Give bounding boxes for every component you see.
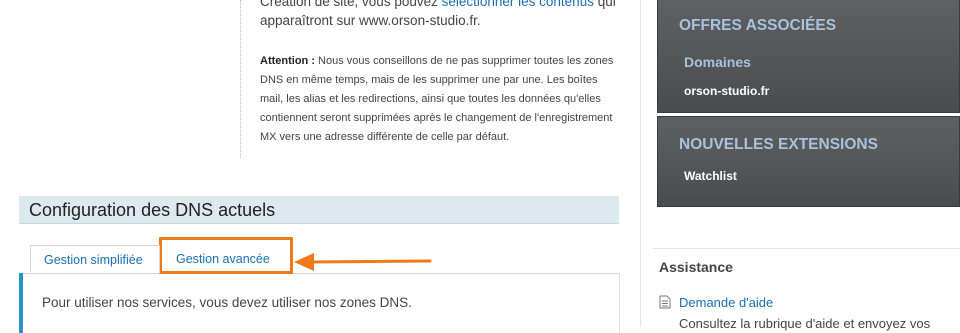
assistance-divider xyxy=(653,248,960,249)
intro-line1-suffix: qui xyxy=(593,0,616,9)
domain-item[interactable]: orson-studio.fr xyxy=(684,84,769,98)
intro-line2: apparaîtront sur www.orson-studio.fr. xyxy=(260,13,481,28)
select-content-link[interactable]: sélectionner les contenus xyxy=(442,0,594,9)
highlight-box xyxy=(159,237,293,274)
sidebar-border xyxy=(640,0,641,327)
dns-section-header: Configuration des DNS actuels xyxy=(19,196,619,224)
tab-gestion-simplifiee[interactable]: Gestion simplifiée xyxy=(30,245,160,273)
content-divider xyxy=(240,0,241,158)
help-request-link[interactable]: Demande d'aide xyxy=(679,295,773,310)
dns-panel-text: Pour utiliser nos services, vous devez u… xyxy=(42,295,412,310)
help-description: Consultez la rubrique d'aide et envoyez … xyxy=(679,316,931,331)
watchlist-item[interactable]: Watchlist xyxy=(684,169,737,183)
intro-line1-prefix: Création de site, vous pouvez xyxy=(260,0,442,9)
offers-title: OFFRES ASSOCIÉES xyxy=(679,17,837,34)
domains-heading[interactable]: Domaines xyxy=(684,54,751,70)
warning-text: Nous vous conseillons de ne pas supprime… xyxy=(260,55,614,143)
dns-section-title: Configuration des DNS actuels xyxy=(29,200,276,220)
extensions-title: NOUVELLES EXTENSIONS xyxy=(679,136,878,153)
arrow-left-icon xyxy=(294,253,432,271)
assistance-title: Assistance xyxy=(659,259,733,275)
document-icon xyxy=(659,295,671,309)
warning-paragraph: Attention : Nous vous conseillons de ne … xyxy=(260,52,620,147)
tab-label: Gestion simplifiée xyxy=(44,253,143,267)
panel-accent-bar xyxy=(19,273,23,333)
warning-label: Attention : xyxy=(260,55,315,67)
intro-paragraph: Création de site, vous pouvez sélectionn… xyxy=(260,0,620,30)
extensions-box: NOUVELLES EXTENSIONS Watchlist xyxy=(657,116,960,207)
offers-box: OFFRES ASSOCIÉES Domaines orson-studio.f… xyxy=(657,0,960,113)
